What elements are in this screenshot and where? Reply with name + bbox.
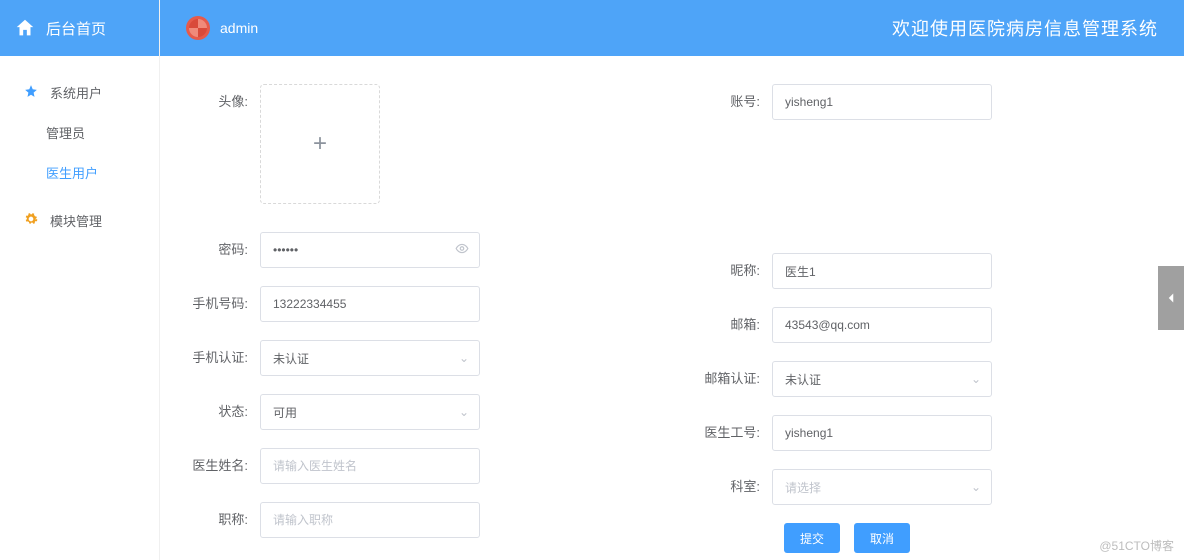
avatar-upload[interactable]: + [260, 84, 380, 204]
watermark: @51CTO博客 [1099, 537, 1174, 554]
avatar-label: 头像: [160, 84, 260, 120]
gear-icon [24, 212, 40, 228]
title-input[interactable] [260, 502, 480, 538]
form-content: 头像: + 密码: 手机号码: 手机认证: [160, 56, 1184, 560]
doctor-name-label: 医生姓名: [160, 448, 260, 484]
doctor-no-input[interactable] [772, 415, 992, 451]
avatar [186, 16, 210, 40]
sidebar-nav: 系统用户 管理员 医生用户 模块管理 [0, 56, 159, 240]
nav-doctor-users[interactable]: 医生用户 [0, 152, 159, 192]
sidebar-header[interactable]: 后台首页 [0, 0, 159, 56]
password-input[interactable] [260, 232, 480, 268]
status-label: 状态: [160, 394, 260, 430]
dept-select[interactable]: 请选择⌄ [772, 469, 992, 505]
sidebar-home-label: 后台首页 [46, 18, 106, 39]
account-label: 账号: [672, 84, 772, 120]
nav-module-mgmt[interactable]: 模块管理 [0, 200, 159, 240]
home-icon [14, 17, 36, 39]
nav-label: 模块管理 [50, 211, 102, 230]
topbar-title: 欢迎使用医院病房信息管理系统 [892, 15, 1158, 41]
nickname-input[interactable] [772, 253, 992, 289]
phone-auth-label: 手机认证: [160, 340, 260, 376]
nav-admin[interactable]: 管理员 [0, 112, 159, 152]
eye-icon[interactable] [455, 242, 469, 259]
chevron-down-icon: ⌄ [971, 480, 981, 494]
main: admin 欢迎使用医院病房信息管理系统 头像: + 密码: [160, 0, 1184, 560]
chevron-down-icon: ⌄ [459, 405, 469, 419]
topbar-user[interactable]: admin [186, 16, 258, 40]
nickname-label: 昵称: [672, 253, 772, 289]
chevron-down-icon: ⌄ [971, 372, 981, 386]
email-label: 邮箱: [672, 307, 772, 343]
submit-button[interactable]: 提交 [784, 523, 840, 553]
account-input[interactable] [772, 84, 992, 120]
cancel-button[interactable]: 取消 [854, 523, 910, 553]
doctor-no-label: 医生工号: [672, 415, 772, 451]
status-select[interactable]: 可用⌄ [260, 394, 480, 430]
sidebar: 后台首页 系统用户 管理员 医生用户 模块管理 [0, 0, 160, 560]
star-icon [24, 84, 40, 100]
password-label: 密码: [160, 232, 260, 268]
email-auth-select[interactable]: 未认证⌄ [772, 361, 992, 397]
dept-label: 科室: [672, 469, 772, 505]
nav-system-users[interactable]: 系统用户 [0, 72, 159, 112]
nav-label: 管理员 [46, 123, 85, 142]
topbar-user-name: admin [220, 20, 258, 36]
nav-label: 系统用户 [50, 83, 102, 102]
phone-input[interactable] [260, 286, 480, 322]
email-auth-label: 邮箱认证: [672, 361, 772, 397]
chevron-down-icon: ⌄ [459, 351, 469, 365]
email-input[interactable] [772, 307, 992, 343]
topbar: admin 欢迎使用医院病房信息管理系统 [160, 0, 1184, 56]
title-label: 职称: [160, 502, 260, 538]
plus-icon: + [313, 130, 327, 158]
phone-auth-select[interactable]: 未认证⌄ [260, 340, 480, 376]
side-drawer-handle[interactable] [1158, 266, 1184, 330]
nav-label: 医生用户 [46, 163, 98, 182]
phone-label: 手机号码: [160, 286, 260, 322]
doctor-name-input[interactable] [260, 448, 480, 484]
